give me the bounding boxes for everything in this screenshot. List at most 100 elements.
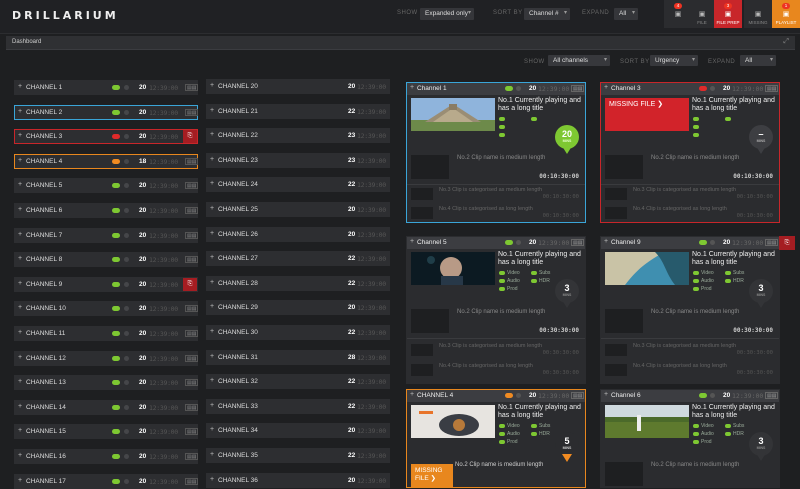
card-header[interactable]: + Channel 6 20 12:39:00 ▤▤ — [601, 390, 779, 402]
expand-plus-icon[interactable]: + — [18, 132, 22, 139]
channel-row[interactable]: + CHANNEL 10 20 12:39:00 ▤▤ — [14, 301, 199, 317]
card-header[interactable]: + Channel 1 20 12:39:00 ▤▤ — [407, 83, 585, 95]
channel-row[interactable]: + CHANNEL 33 22 12:39:00 — [206, 398, 390, 414]
queued-clip[interactable]: No.3 Clip is categorised as medium lengt… — [411, 187, 583, 201]
playlist-icon[interactable]: ▤▤ — [185, 231, 199, 239]
channel-row[interactable]: + CHANNEL 2 20 12:39:00 ▤▤ — [14, 104, 199, 120]
expand-plus-icon[interactable]: + — [210, 402, 214, 409]
channel-row[interactable]: + CHANNEL 16 20 12:39:00 ▤▤ — [14, 449, 199, 464]
queued-clip[interactable]: No.4 Clip is categorised as long length 0… — [605, 206, 777, 220]
channel-row[interactable]: + CHANNEL 11 20 12:39:00 ▤▤ — [14, 326, 199, 341]
channel-row[interactable]: + CHANNEL 14 20 12:39:00 ▤▤ — [14, 399, 199, 415]
playlist-icon[interactable]: ▤▤ — [185, 453, 199, 460]
channel-row[interactable]: + CHANNEL 26 20 12:39:00 — [206, 226, 390, 242]
playlist-icon[interactable]: ▤▤ — [185, 354, 199, 362]
next-clip[interactable]: No.2 Clip name is medium length 00:10:30:… — [411, 155, 583, 181]
alert-button[interactable]: ▣ FILE PREP 3 — [714, 0, 742, 28]
dash-show-select[interactable]: All channels — [548, 55, 610, 66]
expand-plus-icon[interactable]: + — [210, 426, 214, 433]
next-clip[interactable]: No.2 Clip name is medium length 00:30:30:… — [411, 309, 583, 335]
card-header[interactable]: + Channel 9 20 12:39:00 ▤▤ — [601, 237, 779, 249]
channel-row[interactable]: + CHANNEL 24 22 12:39:00 — [206, 177, 390, 193]
collapse-icon[interactable]: + — [410, 391, 414, 398]
queued-clip[interactable]: No.3 Clip is categorised as medium lengt… — [411, 343, 583, 357]
expand-plus-icon[interactable]: + — [210, 476, 214, 483]
channel-row[interactable]: + CHANNEL 27 22 12:39:00 — [206, 251, 390, 267]
channel-row[interactable]: + CHANNEL 13 20 12:39:00 ▤▤ — [14, 375, 199, 391]
expand-plus-icon[interactable]: + — [18, 83, 22, 90]
expand-plus-icon[interactable]: + — [210, 254, 214, 261]
playlist-icon[interactable]: ▤▤ — [185, 477, 199, 485]
expand-plus-icon[interactable]: + — [18, 378, 22, 385]
channel-row[interactable]: + CHANNEL 30 22 12:39:00 — [206, 325, 390, 340]
expand-plus-icon[interactable]: + — [18, 403, 22, 410]
channel-row[interactable]: + CHANNEL 17 20 12:39:00 ▤▤ — [14, 473, 199, 489]
expand-plus-icon[interactable]: + — [18, 108, 22, 115]
channel-row[interactable]: + CHANNEL 8 20 12:39:00 ▤▤ — [14, 252, 199, 268]
collapse-icon[interactable]: + — [604, 84, 608, 91]
dash-expand-select[interactable]: All — [740, 55, 776, 66]
queued-clip[interactable]: No.4 Clip is categorised as long length 0… — [605, 363, 777, 377]
playlist-icon[interactable]: ▤▤ — [765, 239, 779, 246]
channel-card[interactable]: + CHANNEL 4 20 12:39:00 ▤▤ No.1 Currently pla… — [406, 389, 586, 488]
channel-row[interactable]: + CHANNEL 9 20 12:39:00 ⎘ — [14, 276, 198, 292]
missing-file-button[interactable]: MISSING FILE ❯ — [411, 464, 453, 488]
channel-row[interactable]: + CHANNEL 15 20 12:39:00 ▤▤ — [14, 424, 199, 440]
expand-plus-icon[interactable]: + — [18, 206, 22, 213]
next-clip[interactable]: No.2 Clip name is medium length — [605, 462, 777, 488]
channel-row[interactable]: + CHANNEL 31 28 12:39:00 — [206, 349, 390, 365]
playlist-icon[interactable]: ▤▤ — [185, 108, 199, 116]
channel-card[interactable]: + Channel 5 20 12:39:00 ▤▤ No.1 Currently pla… — [406, 236, 586, 384]
channel-card[interactable]: + Channel 6 20 12:39:00 ▤▤ No.1 Currently pla… — [600, 389, 780, 488]
channel-row[interactable]: + CHANNEL 21 22 12:39:00 — [206, 103, 390, 119]
playlist-icon[interactable]: ▤▤ — [185, 207, 199, 214]
expand-plus-icon[interactable]: + — [210, 131, 214, 138]
expand-plus-icon[interactable]: + — [210, 377, 214, 384]
collapse-icon[interactable]: + — [410, 84, 414, 91]
playlist-icon[interactable]: ▤▤ — [571, 239, 585, 246]
expand-plus-icon[interactable]: + — [18, 280, 22, 287]
playlist-icon[interactable]: ▤▤ — [185, 305, 199, 313]
dash-sort-select[interactable]: Urgency — [650, 55, 698, 66]
expand-plus-icon[interactable]: + — [210, 353, 214, 360]
playlist-icon[interactable]: ▤▤ — [185, 379, 199, 387]
card-header[interactable]: + Channel 3 20 12:39:00 ▤▤ — [601, 83, 779, 95]
next-clip[interactable]: No.2 Clip name is medium length 00:30:30:… — [605, 309, 777, 335]
expand-plus-icon[interactable]: + — [210, 303, 214, 310]
expand-plus-icon[interactable]: + — [210, 156, 214, 163]
channel-row[interactable]: + CHANNEL 23 23 12:39:00 — [206, 152, 390, 168]
expand-plus-icon[interactable]: + — [18, 452, 22, 459]
expand-plus-icon[interactable]: + — [210, 205, 214, 212]
playlist-icon[interactable]: ▤▤ — [185, 403, 199, 411]
alert-flag-icon[interactable]: ⎘ — [183, 277, 197, 291]
card-header[interactable]: + Channel 5 20 12:39:00 ▤▤ — [407, 237, 585, 249]
channel-row[interactable]: + CHANNEL 29 20 12:39:00 — [206, 300, 390, 316]
channel-row[interactable]: + CHANNEL 4 18 12:39:00 ▤▤ — [14, 153, 199, 169]
collapse-icon[interactable]: + — [410, 238, 414, 245]
expand-plus-icon[interactable]: + — [210, 451, 214, 458]
channel-card[interactable]: + Channel 9 20 12:39:00 ▤▤ ⎘ No.1 Currently pl… — [600, 236, 795, 384]
alert-button[interactable]: ▣ FILE — [688, 0, 716, 28]
channel-row[interactable]: + CHANNEL 36 20 12:39:00 — [206, 472, 390, 488]
playlist-icon[interactable]: ▤▤ — [765, 392, 779, 399]
channel-row[interactable]: + CHANNEL 34 20 12:39:00 — [206, 423, 390, 439]
expand-plus-icon[interactable]: + — [18, 427, 22, 434]
expand-plus-icon[interactable]: + — [210, 328, 214, 335]
channel-row[interactable]: + CHANNEL 7 20 12:39:00 ▤▤ — [14, 227, 199, 243]
alert-flag-icon[interactable]: ⎘ — [779, 236, 795, 250]
playlist-icon[interactable]: ▤▤ — [571, 392, 585, 399]
show-select[interactable]: Expanded only — [420, 8, 474, 20]
expand-select[interactable]: All — [614, 8, 638, 20]
next-clip[interactable]: No.2 Clip name is medium length 00:10:30:… — [605, 155, 777, 181]
expand-plus-icon[interactable]: + — [18, 231, 22, 238]
channel-card[interactable]: + Channel 3 20 12:39:00 ▤▤ MISSING FILE ❯ No.1… — [600, 82, 780, 223]
expand-plus-icon[interactable]: + — [210, 180, 214, 187]
playlist-icon[interactable]: ▤▤ — [185, 84, 199, 91]
expand-plus-icon[interactable]: + — [210, 107, 214, 114]
queued-clip[interactable]: No.3 Clip is categorised as medium lengt… — [605, 187, 777, 201]
missing-file-button[interactable]: MISSING FILE ❯ — [605, 98, 689, 131]
channel-row[interactable]: + CHANNEL 12 20 12:39:00 ▤▤ — [14, 350, 199, 366]
channel-row[interactable]: + CHANNEL 32 22 12:39:00 — [206, 374, 390, 390]
expand-plus-icon[interactable]: + — [18, 354, 22, 361]
channel-row[interactable]: + CHANNEL 1 20 12:39:00 ▤▤ — [14, 80, 199, 95]
